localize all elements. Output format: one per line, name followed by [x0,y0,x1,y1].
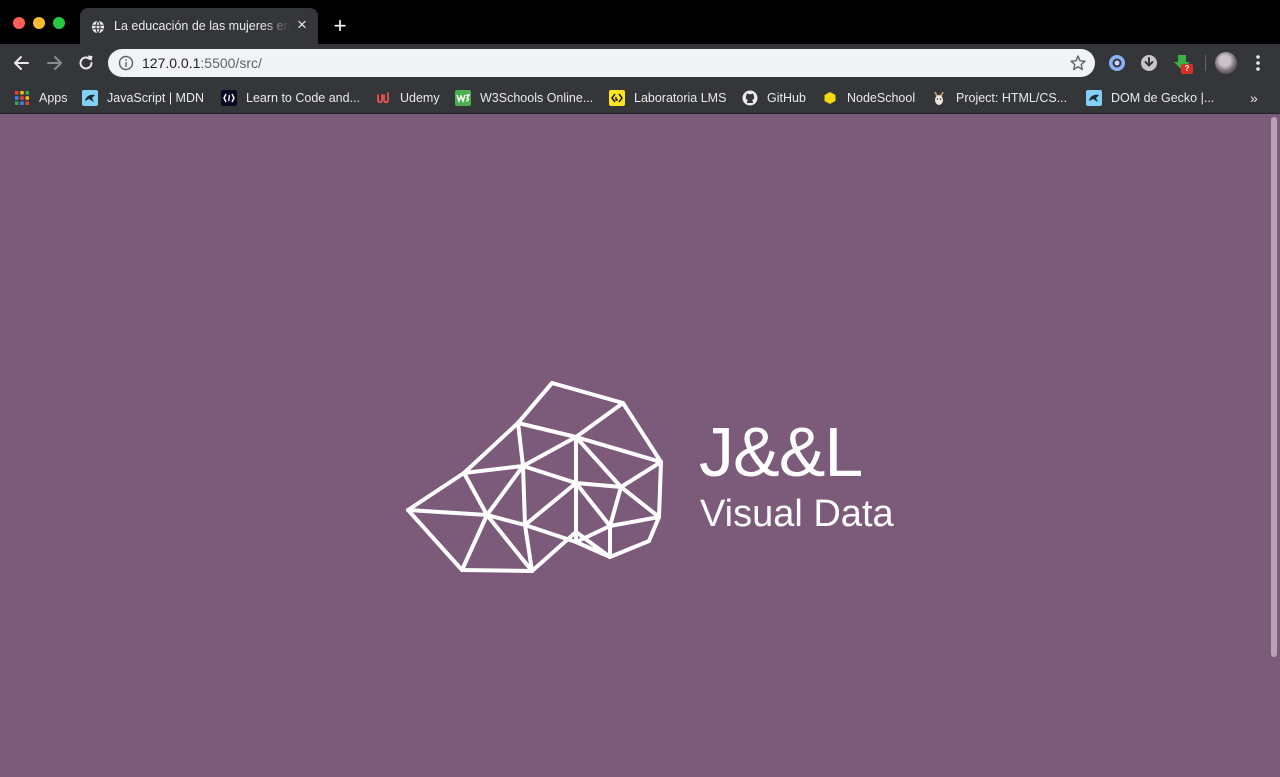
close-window-button[interactable] [13,17,25,29]
browser-tab[interactable]: La educación de las mujeres en × [80,8,318,44]
toolbar-divider [1205,55,1206,71]
bookmark-label: GitHub [767,91,806,105]
downloader-extension-icon[interactable]: ? [1172,53,1193,74]
bookmark-star-icon[interactable] [1069,54,1087,72]
back-arrow-icon[interactable] [12,53,32,73]
tab-strip: La educación de las mujeres en × + [0,0,1280,44]
tab-close-icon[interactable]: × [294,16,310,33]
bookmark-label: NodeSchool [847,91,916,105]
w3schools-icon [455,90,471,106]
bookmark-label: Project: HTML/CS... [956,91,1068,105]
bookmark-javascript-mdn[interactable]: JavaScript | MDN [82,88,204,108]
bookmark-dom-gecko[interactable]: DOM de Gecko |... [1086,88,1214,108]
forward-arrow-icon[interactable] [44,53,64,73]
browser-toolbar: 127.0.0.1:5500/src/ ? [0,44,1280,82]
url-path: :5500/src/ [200,55,262,71]
bookmark-label: W3Schools Online... [480,91,594,105]
extension-circle-icon[interactable] [1107,53,1127,73]
bookmark-github[interactable]: GitHub [742,88,806,108]
globe-icon [91,20,105,34]
download-extension-icon[interactable] [1139,53,1159,73]
url-text[interactable]: 127.0.0.1:5500/src/ [142,55,262,71]
project-icon [934,91,944,105]
vertical-scrollbar[interactable] [1271,117,1277,657]
laboratoria-icon [609,90,625,106]
brand-name: J&&L [699,413,863,491]
bookmark-w3schools[interactable]: W3Schools Online... [455,88,593,108]
bookmark-freecodecamp[interactable]: Learn to Code and... [221,88,360,108]
github-icon [742,90,758,106]
bookmark-label: Laboratoria LMS [634,91,727,105]
extension-badge: ? [1181,64,1193,74]
tab-title: La educación de las mujeres en [114,19,290,33]
bookmark-apps[interactable]: Apps [14,88,68,108]
brand-tagline: Visual Data [700,493,894,535]
apps-grid-icon [15,91,29,105]
bookmark-label: Apps [39,91,68,105]
page-viewport: J&&L Visual Data [0,114,1280,777]
address-bar[interactable]: 127.0.0.1:5500/src/ [108,49,1095,77]
bookmarks-overflow-chevron-icon[interactable]: » [1250,88,1258,108]
bookmark-laboratoria[interactable]: Laboratoria LMS [609,88,726,108]
bookmark-project[interactable]: Project: HTML/CS... [931,88,1067,108]
url-host: 127.0.0.1 [142,55,201,71]
profile-avatar[interactable] [1215,52,1237,74]
minimize-window-button[interactable] [33,17,45,29]
freecodecamp-icon [221,90,237,106]
bookmark-label: JavaScript | MDN [107,91,205,105]
bookmarks-bar: Apps JavaScript | MDN Learn to Code and.… [0,82,1280,114]
reload-icon[interactable] [76,53,96,73]
mdn-icon [82,90,98,106]
mdn-icon [1086,90,1102,106]
bookmark-udemy[interactable]: Udemy [375,88,440,108]
new-tab-button[interactable]: + [330,15,350,37]
bookmark-nodeschool[interactable]: NodeSchool [822,88,915,108]
fullscreen-window-button[interactable] [53,17,65,29]
kebab-menu-icon[interactable] [1250,53,1266,73]
bookmark-label: Udemy [400,91,440,105]
bookmark-label: Learn to Code and... [246,91,360,105]
low-poly-brain-logo [406,381,663,573]
site-info-icon[interactable] [118,55,134,71]
nodeschool-icon [824,92,836,104]
udemy-icon [377,92,389,104]
bookmark-label: DOM de Gecko |... [1111,91,1215,105]
